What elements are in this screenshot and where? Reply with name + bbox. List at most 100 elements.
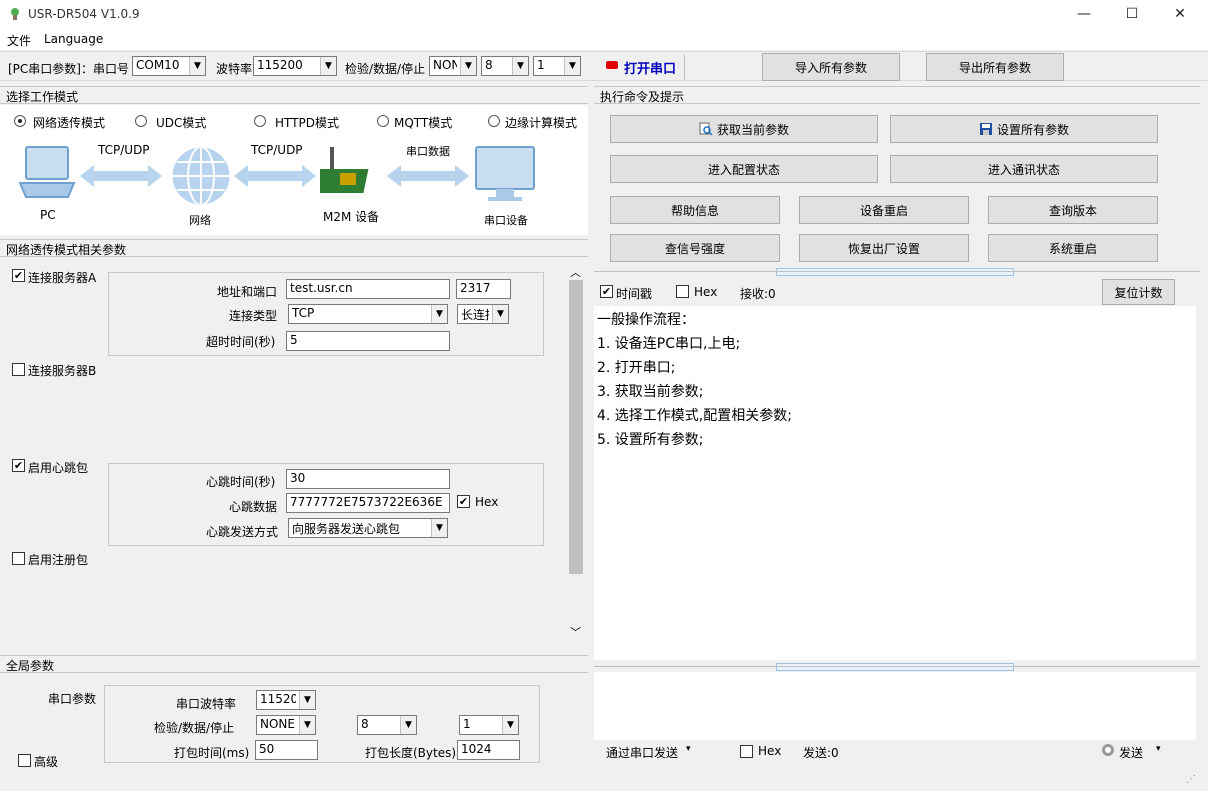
radio-net-transparent[interactable] bbox=[14, 115, 26, 127]
baud-label: 波特率 bbox=[216, 62, 253, 76]
m2m-label: M2M 设备 bbox=[323, 210, 380, 224]
heartbeat-checkbox[interactable]: ✔ bbox=[12, 459, 25, 472]
scroll-down-icon[interactable]: ﹀ bbox=[570, 624, 581, 640]
hb-hex-checkbox[interactable]: ✔ bbox=[457, 495, 470, 508]
laptop-icon bbox=[18, 146, 76, 198]
global-parity-select[interactable]: NONE ▼ bbox=[256, 715, 316, 735]
global-databits-select[interactable]: 8 ▼ bbox=[357, 715, 417, 735]
mode-label-net[interactable]: 网络透传模式 bbox=[33, 114, 105, 131]
menu-file[interactable]: 文件 bbox=[7, 32, 31, 49]
radio-httpd[interactable] bbox=[254, 115, 266, 127]
lower-divider bbox=[594, 666, 1200, 667]
send-hex-checkbox[interactable] bbox=[740, 745, 753, 758]
enter-comm-button[interactable]: 进入通讯状态 bbox=[890, 155, 1158, 183]
save-icon bbox=[979, 123, 992, 135]
chevron-down-icon: ▼ bbox=[400, 716, 416, 734]
import-all-button[interactable]: 导入所有参数 bbox=[762, 53, 900, 81]
timeout-input[interactable]: 5 bbox=[286, 331, 450, 351]
recv-hex-checkbox[interactable] bbox=[676, 285, 689, 298]
send-via-dropdown[interactable]: 通过串口发送 bbox=[606, 744, 678, 761]
global-header: 全局参数 bbox=[0, 655, 588, 673]
signal-button[interactable]: 查信号强度 bbox=[610, 234, 780, 262]
hb-data-input[interactable]: 7777772E7573722E636E bbox=[286, 493, 450, 513]
pack-time-input[interactable]: 50 bbox=[255, 740, 318, 760]
enter-config-button[interactable]: 进入配置状态 bbox=[610, 155, 878, 183]
log-output[interactable]: 一般操作流程： 1. 设备连PC串口,上电; 2. 打开串口; 3. 获取当前参… bbox=[594, 306, 1196, 660]
register-label: 启用注册包 bbox=[28, 553, 89, 567]
network-label: 网络 bbox=[189, 214, 211, 227]
help-button[interactable]: 帮助信息 bbox=[610, 196, 780, 224]
register-checkbox[interactable] bbox=[12, 552, 25, 565]
log-line: 2. 打开串口; bbox=[597, 360, 676, 376]
stopbits-select[interactable]: 1 ▼ bbox=[533, 56, 581, 76]
resize-grip-icon[interactable]: ⋰ bbox=[1186, 774, 1196, 785]
log-line: 5. 设置所有参数; bbox=[597, 432, 704, 448]
serial-device-label: 串口设备 bbox=[484, 214, 528, 227]
port-select[interactable]: COM10 ▼ bbox=[132, 56, 206, 76]
upper-splitter[interactable] bbox=[776, 268, 1014, 276]
window-title: USR-DR504 V1.0.9 bbox=[28, 7, 140, 21]
export-all-button[interactable]: 导出所有参数 bbox=[926, 53, 1064, 81]
mode-label-mqtt[interactable]: MQTT模式 bbox=[394, 114, 452, 131]
server-b-checkbox[interactable] bbox=[12, 363, 25, 376]
radio-mqtt[interactable] bbox=[377, 115, 389, 127]
open-port-button[interactable]: 打开串口 bbox=[624, 58, 676, 77]
radio-edge[interactable] bbox=[488, 115, 500, 127]
monitor-icon bbox=[475, 146, 535, 201]
pack-len-input[interactable]: 1024 bbox=[457, 740, 520, 760]
global-baud-select[interactable]: 115200▼ bbox=[256, 690, 316, 710]
chevron-down-icon: ▼ bbox=[189, 57, 205, 75]
server-port-input[interactable]: 2317 bbox=[456, 279, 511, 299]
recv-hex-label: Hex bbox=[694, 285, 718, 299]
chevron-down-icon[interactable]: ▾ bbox=[686, 744, 691, 754]
server-address-input[interactable]: test.usr.cn bbox=[286, 279, 450, 299]
mode-label-udc[interactable]: UDC模式 bbox=[156, 114, 206, 131]
hb-time-input[interactable]: 30 bbox=[286, 469, 450, 489]
lower-splitter[interactable] bbox=[776, 663, 1014, 671]
addr-label: 地址和端口 bbox=[217, 285, 278, 299]
conn-mode-select[interactable]: 长连拍▼ bbox=[457, 304, 509, 324]
maximize-button[interactable]: ☐ bbox=[1112, 3, 1152, 27]
hb-hex-label: Hex bbox=[475, 495, 499, 509]
conn-type-label: 连接类型 bbox=[229, 309, 278, 323]
chevron-down-icon[interactable]: ▾ bbox=[1156, 744, 1161, 754]
upper-divider bbox=[594, 271, 1200, 272]
close-button[interactable]: ✕ bbox=[1160, 3, 1200, 27]
factory-reset-button[interactable]: 恢复出厂设置 bbox=[799, 234, 969, 262]
reboot-button[interactable]: 设备重启 bbox=[799, 196, 969, 224]
menu-language[interactable]: Language bbox=[44, 32, 103, 46]
hb-mode-select[interactable]: 向服务器发送心跳包 ▼ bbox=[288, 518, 448, 538]
set-params-button[interactable]: 设置所有参数 bbox=[890, 115, 1158, 143]
pack-time-label: 打包时间(ms) bbox=[174, 746, 250, 760]
sys-reboot-button[interactable]: 系统重启 bbox=[988, 234, 1158, 262]
scroll-thumb[interactable] bbox=[569, 280, 583, 574]
databits-select[interactable]: 8 ▼ bbox=[481, 56, 529, 76]
chevron-down-icon: ▼ bbox=[460, 57, 476, 75]
scroll-up-icon[interactable]: ︿ bbox=[570, 264, 581, 280]
radio-udc[interactable] bbox=[135, 115, 147, 127]
m2m-device-icon bbox=[320, 147, 369, 193]
global-stopbits-select[interactable]: 1 ▼ bbox=[459, 715, 519, 735]
timeout-label: 超时时间(秒) bbox=[206, 335, 276, 349]
double-arrow-icon bbox=[234, 165, 316, 187]
advanced-checkbox[interactable] bbox=[18, 754, 31, 767]
mode-label-edge[interactable]: 边缘计算模式 bbox=[505, 114, 577, 131]
reset-count-button[interactable]: 复位计数 bbox=[1102, 279, 1175, 305]
baud-select[interactable]: 115200 ▼ bbox=[253, 56, 337, 76]
send-hex-label: Hex bbox=[758, 744, 782, 758]
chevron-down-icon: ▼ bbox=[512, 57, 528, 75]
version-button[interactable]: 查询版本 bbox=[988, 196, 1158, 224]
minimize-button[interactable]: — bbox=[1064, 3, 1104, 27]
send-button[interactable]: 发送 bbox=[1119, 744, 1143, 761]
sent-count: 发送:0 bbox=[803, 746, 839, 760]
conn-type-select[interactable]: TCP ▼ bbox=[288, 304, 448, 324]
timestamp-checkbox[interactable]: ✔ bbox=[600, 285, 613, 298]
get-params-button[interactable]: 获取当前参数 bbox=[610, 115, 878, 143]
mode-header: 选择工作模式 bbox=[0, 86, 588, 104]
server-a-checkbox[interactable]: ✔ bbox=[12, 269, 25, 282]
mode-label-httpd[interactable]: HTTPD模式 bbox=[275, 114, 339, 131]
advanced-label: 高级 bbox=[34, 755, 59, 769]
parity-select[interactable]: NONI▼ bbox=[429, 56, 477, 76]
send-input[interactable] bbox=[594, 672, 1196, 740]
chevron-down-icon: ▼ bbox=[431, 519, 447, 537]
